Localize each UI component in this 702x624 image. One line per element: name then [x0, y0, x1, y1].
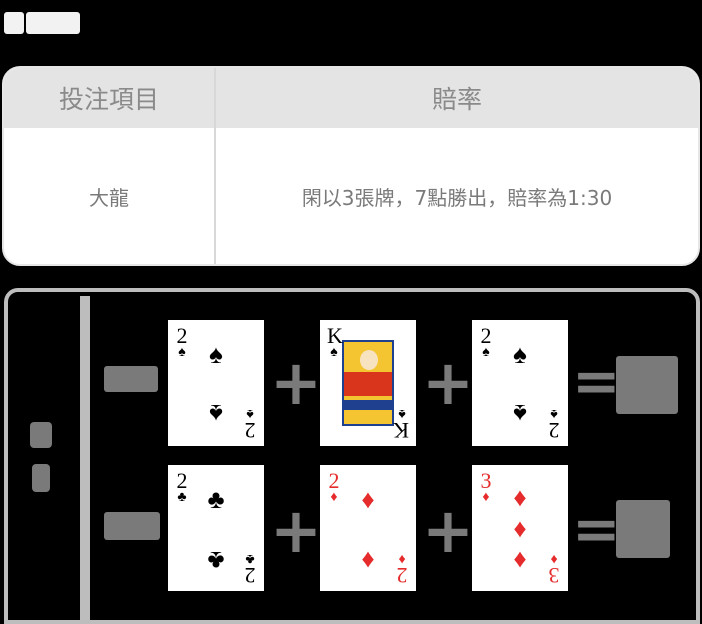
plus-operator: +: [422, 494, 474, 567]
banker-card-3: 3 ♦ ♦ ♦ ♦ 3 ♦: [472, 465, 568, 591]
diamond-icon: ♦: [361, 485, 375, 514]
equals-operator: =: [572, 495, 621, 563]
header-bet-item: 投注項目: [58, 85, 159, 114]
table-row: 大龍 閑以3張牌，7點勝出，賠率為1:30: [4, 128, 698, 264]
panel-divider: [80, 296, 90, 624]
card-rank: K: [393, 418, 409, 443]
spade-icon: ♠: [513, 340, 527, 369]
player-card-2: K ♠ K ♠: [320, 320, 416, 446]
example-label-bottom: [32, 464, 50, 492]
equals-operator: =: [572, 347, 621, 415]
card-rank: 2: [396, 563, 408, 588]
plus-operator: +: [270, 494, 322, 567]
spade-icon: ♠: [330, 345, 338, 360]
section-title: [4, 12, 80, 34]
diamond-icon: ♦: [513, 514, 527, 543]
club-icon: ♣: [207, 546, 225, 575]
card-rank: 2: [244, 563, 256, 588]
king-face-art: [342, 340, 394, 426]
player-row-label: [104, 366, 158, 392]
spade-icon: ♠: [482, 345, 490, 360]
banker-result: [616, 500, 670, 558]
player-card-3: 2 ♠ ♠ ♠ 2 ♠: [472, 320, 568, 446]
card-rank: 3: [548, 563, 560, 588]
table-header: 投注項目 賠率: [4, 68, 698, 128]
diamond-icon: ♦: [513, 483, 527, 512]
banker-row-label: [104, 512, 160, 540]
club-icon: ♣: [177, 490, 187, 505]
card-rank: 2: [244, 418, 256, 443]
plus-operator: +: [270, 346, 322, 419]
banker-card-2: 2 ♦ ♦ ♦ 2 ♦: [320, 465, 416, 591]
player-card-1: 2 ♠ ♠ ♠ 2 ♠: [168, 320, 264, 446]
diamond-icon: ♦: [482, 490, 490, 505]
example-label-top: [30, 422, 52, 448]
spade-icon: ♠: [209, 399, 223, 428]
bet-item-cell: 大龍: [89, 185, 129, 210]
spade-icon: ♠: [209, 340, 223, 369]
plus-operator: +: [422, 346, 474, 419]
banker-card-1: 2 ♣ ♣ ♣ 2 ♣: [168, 465, 264, 591]
player-result: [616, 356, 678, 414]
club-icon: ♣: [207, 485, 225, 514]
diamond-icon: ♦: [361, 546, 375, 575]
card-rank: 2: [548, 418, 560, 443]
header-payout: 賠率: [431, 85, 482, 114]
spade-icon: ♠: [178, 345, 186, 360]
diamond-icon: ♦: [513, 546, 527, 575]
diamond-icon: ♦: [330, 490, 338, 505]
payout-cell: 閑以3張牌，7點勝出，賠率為1:30: [301, 185, 613, 210]
payout-table: 投注項目 賠率 大龍 閑以3張牌，7點勝出，賠率為1:30: [2, 66, 700, 266]
spade-icon: ♠: [513, 399, 527, 428]
